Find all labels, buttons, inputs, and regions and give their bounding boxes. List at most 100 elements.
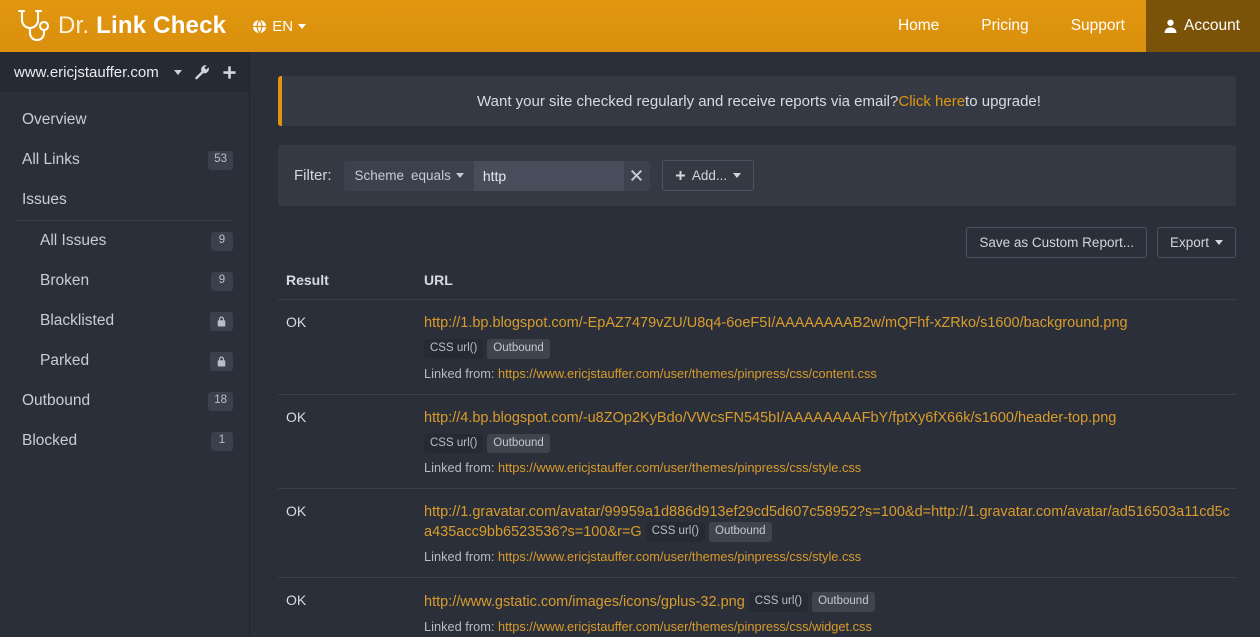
tag-css-url: CSS url() — [424, 339, 484, 359]
linked-from-label: Linked from: — [424, 619, 495, 634]
filter-value-input[interactable] — [473, 160, 624, 191]
sidebar-item-broken[interactable]: Broken 9 — [0, 261, 249, 301]
row-tags: CSS url() Outbound — [424, 433, 1236, 453]
linked-from-link[interactable]: https://www.ericjstauffer.com/user/theme… — [498, 460, 861, 475]
sidebar-item-overview[interactable]: Overview — [0, 100, 249, 140]
row-tags: CSS url() Outbound — [424, 339, 1236, 359]
filter-field-name: Scheme — [354, 168, 405, 183]
chevron-down-icon[interactable] — [174, 69, 182, 75]
nav-item-pricing[interactable]: Pricing — [960, 0, 1049, 52]
sidebar-item-all-issues[interactable]: All Issues 9 — [0, 221, 249, 261]
sidebar-item-label: Blacklisted — [40, 312, 115, 329]
sidebar-item-label: Blocked — [22, 432, 78, 449]
linked-from-link[interactable]: https://www.ericjstauffer.com/user/theme… — [498, 549, 861, 564]
table-row: OK http://4.bp.blogspot.com/-u8ZOp2KyBdo… — [278, 393, 1236, 489]
filter-panel: Filter: Scheme equals Add... — [278, 145, 1236, 206]
add-filter-label: Add... — [691, 168, 728, 183]
save-custom-report-button[interactable]: Save as Custom Report... — [966, 227, 1147, 258]
site-selector-bar[interactable]: www.ericjstauffer.com — [0, 52, 249, 92]
sidebar-badge: 9 — [211, 271, 233, 291]
column-header-result: Result — [286, 272, 329, 288]
sidebar-item-blacklisted[interactable]: Blacklisted — [0, 301, 249, 341]
sidebar-item-outbound[interactable]: Outbound 18 — [0, 381, 249, 421]
row-url-block: http://www.gstatic.com/images/icons/gplu… — [424, 592, 1236, 612]
sidebar-item-label: All Links — [22, 151, 80, 168]
row-url-link[interactable]: http://1.gravatar.com/avatar/99959a1d886… — [424, 504, 1230, 540]
column-header-url: URL — [424, 272, 453, 288]
brand-prefix: Dr. — [58, 12, 90, 39]
row-url-cell: http://4.bp.blogspot.com/-u8ZOp2KyBdo/VW… — [416, 393, 1236, 489]
clear-x-icon — [631, 170, 643, 181]
brand-name: Link Check — [96, 12, 227, 39]
filter-clear-button[interactable] — [623, 160, 650, 191]
tag-outbound: Outbound — [487, 433, 550, 453]
main-content: Want your site checked regularly and rec… — [250, 52, 1260, 637]
sidebar-badge: 53 — [208, 150, 233, 170]
sidebar-item-blocked[interactable]: Blocked 1 — [0, 421, 249, 461]
linked-from-label: Linked from: — [424, 365, 495, 381]
wrench-icon[interactable] — [194, 64, 222, 80]
sidebar-badge-locked — [210, 311, 233, 331]
row-linked-from: Linked from: https://www.ericjstauffer.c… — [424, 619, 1236, 634]
sidebar-badge: 9 — [211, 231, 233, 251]
row-result: OK — [278, 577, 416, 637]
nav-item-home[interactable]: Home — [877, 0, 960, 52]
sidebar-badge-locked — [210, 351, 233, 371]
sidebar-group-issues: Issues — [0, 180, 249, 220]
upgrade-link[interactable]: Click here — [898, 93, 965, 110]
row-result: OK — [278, 488, 416, 578]
top-header-bar: Dr. Link Check EN Home Pricing Support A… — [0, 0, 1260, 52]
sidebar-item-label: All Issues — [40, 232, 107, 249]
save-custom-report-label: Save as Custom Report... — [979, 235, 1134, 250]
lock-icon — [217, 316, 226, 326]
caret-down-icon — [733, 173, 742, 178]
tag-css-url: CSS url() — [645, 522, 705, 542]
main-nav: Home Pricing Support Account — [877, 0, 1260, 52]
filter-label: Filter: — [294, 167, 332, 184]
tag-outbound: Outbound — [709, 522, 772, 542]
row-result: OK — [278, 393, 416, 489]
tag-outbound: Outbound — [487, 339, 550, 359]
linked-from-link[interactable]: https://www.ericjstauffer.com/user/theme… — [498, 619, 872, 634]
user-icon — [1164, 19, 1177, 33]
filter-operator: equals — [411, 168, 451, 183]
brand-logo[interactable]: Dr. Link Check — [0, 8, 226, 44]
upgrade-banner: Want your site checked regularly and rec… — [278, 76, 1236, 126]
row-url-cell: http://1.bp.blogspot.com/-EpAZ7479vZU/U8… — [416, 299, 1236, 394]
linked-from-link[interactable]: https://www.ericjstauffer.com/user/theme… — [498, 366, 877, 381]
sidebar-item-all-links[interactable]: All Links 53 — [0, 140, 249, 180]
plus-icon[interactable] — [222, 65, 237, 80]
tag-css-url: CSS url() — [424, 433, 484, 453]
sidebar: www.ericjstauffer.com Overview All Links… — [0, 52, 250, 637]
row-result: OK — [278, 299, 416, 394]
caret-down-icon — [1215, 240, 1223, 245]
row-tags: CSS url() Outbound — [748, 592, 879, 612]
sidebar-badge: 1 — [211, 431, 233, 451]
row-url-link[interactable]: http://1.bp.blogspot.com/-EpAZ7479vZU/U8… — [424, 314, 1236, 333]
language-selector[interactable]: EN — [252, 18, 307, 35]
filter-field-operator-dropdown[interactable]: Scheme equals — [343, 160, 474, 191]
nav-item-account[interactable]: Account — [1145, 0, 1260, 52]
table-row: OK http://www.gstatic.com/images/icons/g… — [278, 577, 1236, 637]
stethoscope-icon — [17, 9, 50, 42]
row-linked-from: Linked from: https://www.ericjstauffer.c… — [424, 366, 1236, 381]
sidebar-item-label: Overview — [22, 111, 87, 128]
results-table: Result URL OK http://1.bp.blogspot.com/-… — [278, 272, 1236, 637]
export-button[interactable]: Export — [1156, 227, 1236, 258]
sidebar-item-label: Parked — [40, 352, 90, 369]
sidebar-item-label: Broken — [40, 272, 90, 289]
caret-down-icon — [455, 173, 464, 178]
row-url-link[interactable]: http://www.gstatic.com/images/icons/gplu… — [424, 594, 745, 610]
upgrade-banner-text-after: to upgrade! — [965, 92, 1041, 110]
sidebar-item-parked[interactable]: Parked — [0, 341, 249, 381]
sidebar-nav: Overview All Links 53 Issues All Issues … — [0, 92, 249, 461]
row-linked-from: Linked from: https://www.ericjstauffer.c… — [424, 549, 1236, 564]
table-row: OK http://1.gravatar.com/avatar/99959a1d… — [278, 488, 1236, 578]
sidebar-item-label: Outbound — [22, 392, 91, 409]
add-filter-button[interactable]: Add... — [661, 160, 755, 191]
sidebar-group-label: Issues — [22, 191, 67, 208]
row-url-link[interactable]: http://4.bp.blogspot.com/-u8ZOp2KyBdo/VW… — [424, 409, 1236, 428]
nav-item-support[interactable]: Support — [1050, 0, 1146, 52]
linked-from-label: Linked from: — [424, 460, 495, 475]
export-label: Export — [1169, 235, 1209, 250]
